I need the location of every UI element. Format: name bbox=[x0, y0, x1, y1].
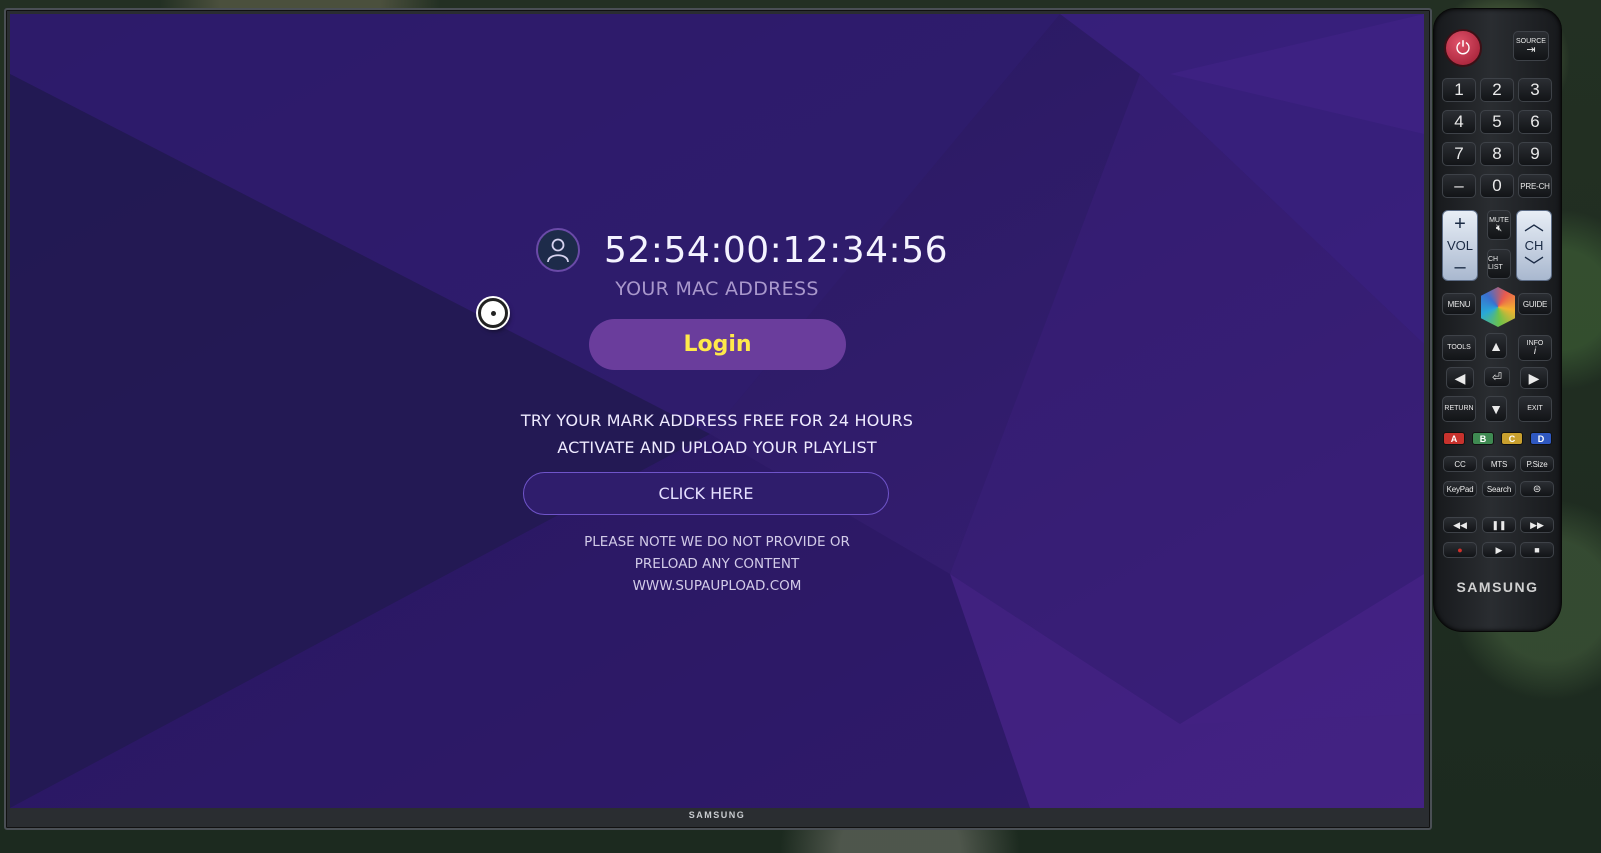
volume-rocker[interactable]: + VOL – bbox=[1442, 210, 1478, 281]
volume-up-button[interactable]: + bbox=[1454, 214, 1466, 234]
note-line-1: PLEASE NOTE WE DO NOT PROVIDE OR bbox=[584, 534, 850, 550]
volume-down-button[interactable]: – bbox=[1454, 257, 1465, 277]
color-c-button[interactable]: C bbox=[1501, 432, 1523, 445]
digit-7-button[interactable]: 7 bbox=[1442, 142, 1476, 166]
remote-brand-logo: SAMSUNG bbox=[1456, 579, 1539, 595]
exit-button[interactable]: EXIT bbox=[1518, 396, 1552, 422]
digit-2-button[interactable]: 2 bbox=[1480, 78, 1514, 102]
guide-button[interactable]: GUIDE bbox=[1518, 293, 1552, 315]
remote-control: ⏻ SOURCE ⇥ 1 2 3 4 5 6 7 8 9 – 0 PRE-CH … bbox=[1433, 8, 1562, 632]
color-b-button[interactable]: B bbox=[1472, 432, 1494, 445]
cc-button[interactable]: CC bbox=[1443, 456, 1477, 472]
user-icon bbox=[536, 228, 580, 272]
rewind-icon[interactable]: ◀◀ bbox=[1443, 517, 1477, 533]
color-a-button[interactable]: A bbox=[1443, 432, 1465, 445]
menu-button[interactable]: MENU bbox=[1442, 293, 1476, 315]
keypad-button[interactable]: KeyPad bbox=[1443, 481, 1477, 497]
digit-6-button[interactable]: 6 bbox=[1518, 110, 1552, 134]
mac-address-label: YOUR MAC ADDRESS bbox=[615, 278, 819, 300]
trial-line-2: ACTIVATE AND UPLOAD YOUR PLAYLIST bbox=[557, 438, 877, 457]
search-button[interactable]: Search bbox=[1482, 481, 1516, 497]
pause-icon[interactable]: ❚❚ bbox=[1482, 517, 1516, 533]
mute-button[interactable]: MUTE 🔇︎ bbox=[1487, 210, 1511, 240]
arrow-right-icon[interactable]: ▶ bbox=[1520, 367, 1548, 389]
app-content: 52:54:00:12:34:56 YOUR MAC ADDRESS Login… bbox=[10, 14, 1424, 808]
channel-up-icon[interactable]: ︿ bbox=[1524, 214, 1544, 234]
website-link: WWW.SUPAUPLOAD.COM bbox=[632, 578, 802, 594]
mac-row: 52:54:00:12:34:56 bbox=[536, 224, 948, 276]
digit-5-button[interactable]: 5 bbox=[1480, 110, 1514, 134]
mac-address-value: 52:54:00:12:34:56 bbox=[604, 229, 948, 271]
ch-list-button[interactable]: CH LIST bbox=[1487, 249, 1511, 279]
tv-brand-logo: SAMSUNG bbox=[688, 810, 746, 820]
pointer-cursor-icon bbox=[478, 298, 508, 328]
arrow-down-icon[interactable]: ▼ bbox=[1485, 396, 1507, 422]
channel-label: CH bbox=[1524, 237, 1544, 253]
color-d-button[interactable]: D bbox=[1530, 432, 1552, 445]
tools-button[interactable]: TOOLS bbox=[1442, 335, 1476, 361]
enter-icon[interactable]: ⏎ bbox=[1484, 367, 1510, 387]
trial-line-1: TRY YOUR MARK ADDRESS FREE FOR 24 HOURS bbox=[520, 411, 914, 430]
play-icon[interactable]: ▶ bbox=[1482, 542, 1516, 558]
arrow-up-icon[interactable]: ▲ bbox=[1485, 333, 1507, 359]
login-button[interactable]: Login bbox=[589, 319, 846, 370]
digit-8-button[interactable]: 8 bbox=[1480, 142, 1514, 166]
dash-button[interactable]: – bbox=[1442, 174, 1476, 198]
fast-forward-icon[interactable]: ▶▶ bbox=[1520, 517, 1554, 533]
info-icon: i bbox=[1533, 346, 1537, 357]
digit-9-button[interactable]: 9 bbox=[1518, 142, 1552, 166]
info-button[interactable]: INFO i bbox=[1518, 335, 1552, 361]
disclaimer-note: PLEASE NOTE WE DO NOT PROVIDE OR PRELOAD… bbox=[10, 531, 1424, 597]
e-manual-icon[interactable]: ⊜ bbox=[1520, 481, 1554, 497]
digit-1-button[interactable]: 1 bbox=[1442, 78, 1476, 102]
trial-text: TRY YOUR MARK ADDRESS FREE FOR 24 HOURS … bbox=[10, 407, 1424, 461]
arrow-left-icon[interactable]: ◀ bbox=[1446, 367, 1474, 389]
return-button[interactable]: RETURN bbox=[1442, 396, 1476, 422]
channel-rocker[interactable]: ︿ CH ﹀ bbox=[1516, 210, 1552, 281]
power-button[interactable]: ⏻ bbox=[1444, 29, 1482, 67]
mute-icon: 🔇︎ bbox=[1495, 223, 1503, 234]
channel-down-icon[interactable]: ﹀ bbox=[1524, 257, 1544, 277]
tv-screen: 52:54:00:12:34:56 YOUR MAC ADDRESS Login… bbox=[10, 14, 1424, 808]
digit-4-button[interactable]: 4 bbox=[1442, 110, 1476, 134]
record-icon[interactable]: ● bbox=[1443, 542, 1477, 558]
digit-0-button[interactable]: 0 bbox=[1480, 174, 1514, 198]
psize-button[interactable]: P.Size bbox=[1520, 456, 1554, 472]
digit-3-button[interactable]: 3 bbox=[1518, 78, 1552, 102]
click-here-button[interactable]: CLICK HERE bbox=[523, 472, 889, 515]
volume-label: VOL bbox=[1446, 237, 1473, 253]
note-line-2: PRELOAD ANY CONTENT bbox=[634, 556, 800, 572]
mts-button[interactable]: MTS bbox=[1482, 456, 1516, 472]
source-icon: ⇥ bbox=[1526, 44, 1536, 56]
pre-ch-button[interactable]: PRE-CH bbox=[1518, 174, 1552, 198]
stop-icon[interactable]: ■ bbox=[1520, 542, 1554, 558]
smart-hub-icon[interactable] bbox=[1481, 287, 1515, 327]
source-button[interactable]: SOURCE ⇥ bbox=[1513, 31, 1549, 61]
